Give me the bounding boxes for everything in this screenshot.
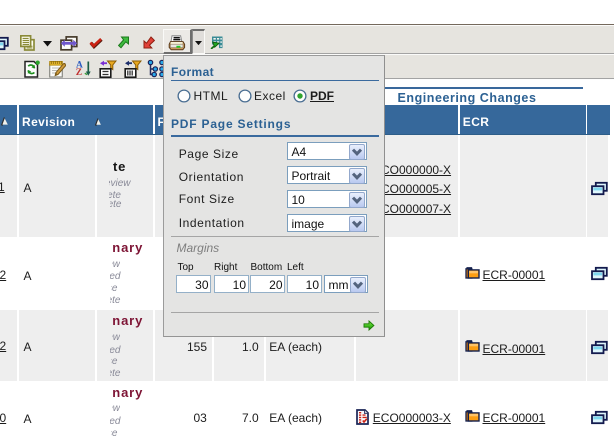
svg-text:Z: Z bbox=[76, 68, 82, 78]
